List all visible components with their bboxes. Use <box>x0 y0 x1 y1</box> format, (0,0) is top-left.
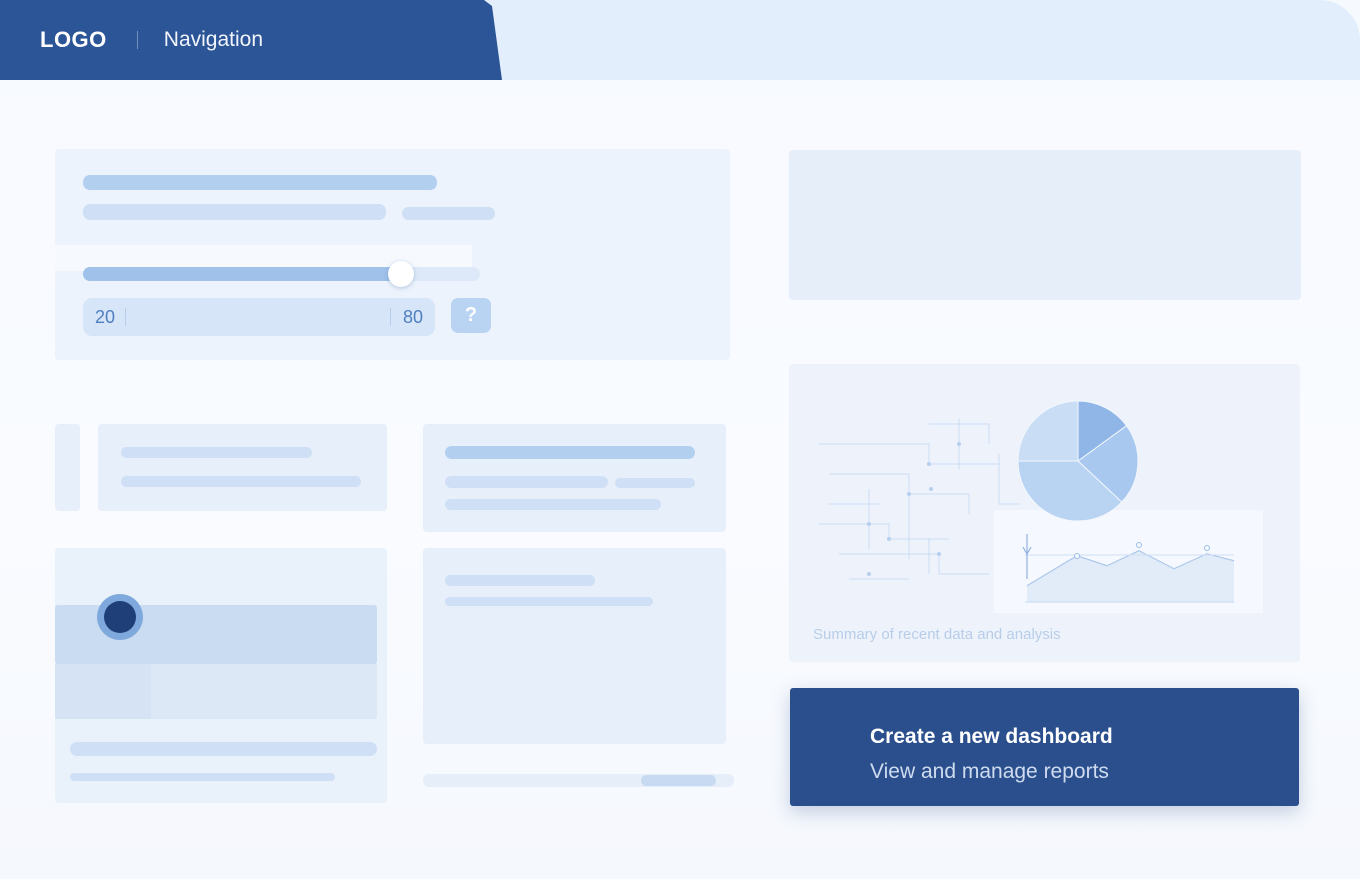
panel-subtitle-placeholder <box>83 204 386 220</box>
card-line-placeholder <box>121 447 312 458</box>
network-nodes <box>867 442 961 576</box>
range-divider-right <box>390 308 391 326</box>
pie-chart <box>1017 400 1139 522</box>
card-line-placeholder <box>121 476 361 487</box>
content-card[interactable] <box>423 548 726 744</box>
list-row-cell <box>55 664 151 719</box>
card-line-placeholder <box>70 742 377 756</box>
range-divider-left <box>125 308 126 326</box>
slider-fill <box>83 267 401 281</box>
line-point <box>1204 545 1210 551</box>
card-line-placeholder <box>445 476 608 488</box>
placeholder-panel <box>789 150 1301 300</box>
view-reports-link[interactable]: View and manage reports <box>870 760 1109 784</box>
divider <box>136 31 138 49</box>
slider-thumb[interactable] <box>387 261 414 287</box>
range-values-field[interactable]: 20 80 <box>83 298 435 336</box>
question-mark-icon: ? <box>464 304 478 326</box>
range-slider[interactable] <box>83 261 480 287</box>
analytics-caption: Summary of recent data and analysis <box>813 626 1061 643</box>
panel-title-placeholder <box>83 175 437 190</box>
nav-link[interactable]: Navigation <box>164 28 263 52</box>
analytics-panel: Summary of recent data and analysis <box>789 364 1300 662</box>
card-line-placeholder <box>70 773 335 781</box>
scrollbar-thumb[interactable] <box>641 775 716 786</box>
create-dashboard-button[interactable]: Create a new dashboard View and manage r… <box>790 688 1299 806</box>
selectable-list-card <box>55 548 387 803</box>
filter-panel: 20 80 ? <box>55 149 730 360</box>
card-line-placeholder <box>615 478 695 488</box>
line-point <box>1136 542 1142 548</box>
card-line-placeholder <box>445 499 661 510</box>
pie-slice <box>1017 400 1079 462</box>
content-card[interactable] <box>423 424 726 532</box>
range-max-value: 80 <box>402 307 423 327</box>
radio-selected-icon[interactable] <box>97 594 143 640</box>
logo[interactable]: LOGO <box>40 27 107 53</box>
card-line-placeholder <box>445 597 653 606</box>
app-window: LOGO Navigation 20 80 ? Summary of recen… <box>0 0 1360 879</box>
range-min-value: 20 <box>95 307 116 327</box>
horizontal-scrollbar[interactable] <box>423 774 734 787</box>
network-diagram <box>819 419 1019 580</box>
analytics-graphic <box>819 400 1263 613</box>
panel-meta-placeholder <box>402 207 495 220</box>
content-card[interactable] <box>98 424 387 511</box>
brand-tab: LOGO Navigation <box>0 0 502 80</box>
line-point <box>1074 553 1080 559</box>
card-title-placeholder <box>445 575 595 586</box>
card-edge <box>55 424 80 511</box>
card-title-placeholder <box>445 446 695 459</box>
cta-title: Create a new dashboard <box>870 725 1113 748</box>
help-button[interactable]: ? <box>451 298 491 333</box>
radio-dot <box>104 601 136 633</box>
